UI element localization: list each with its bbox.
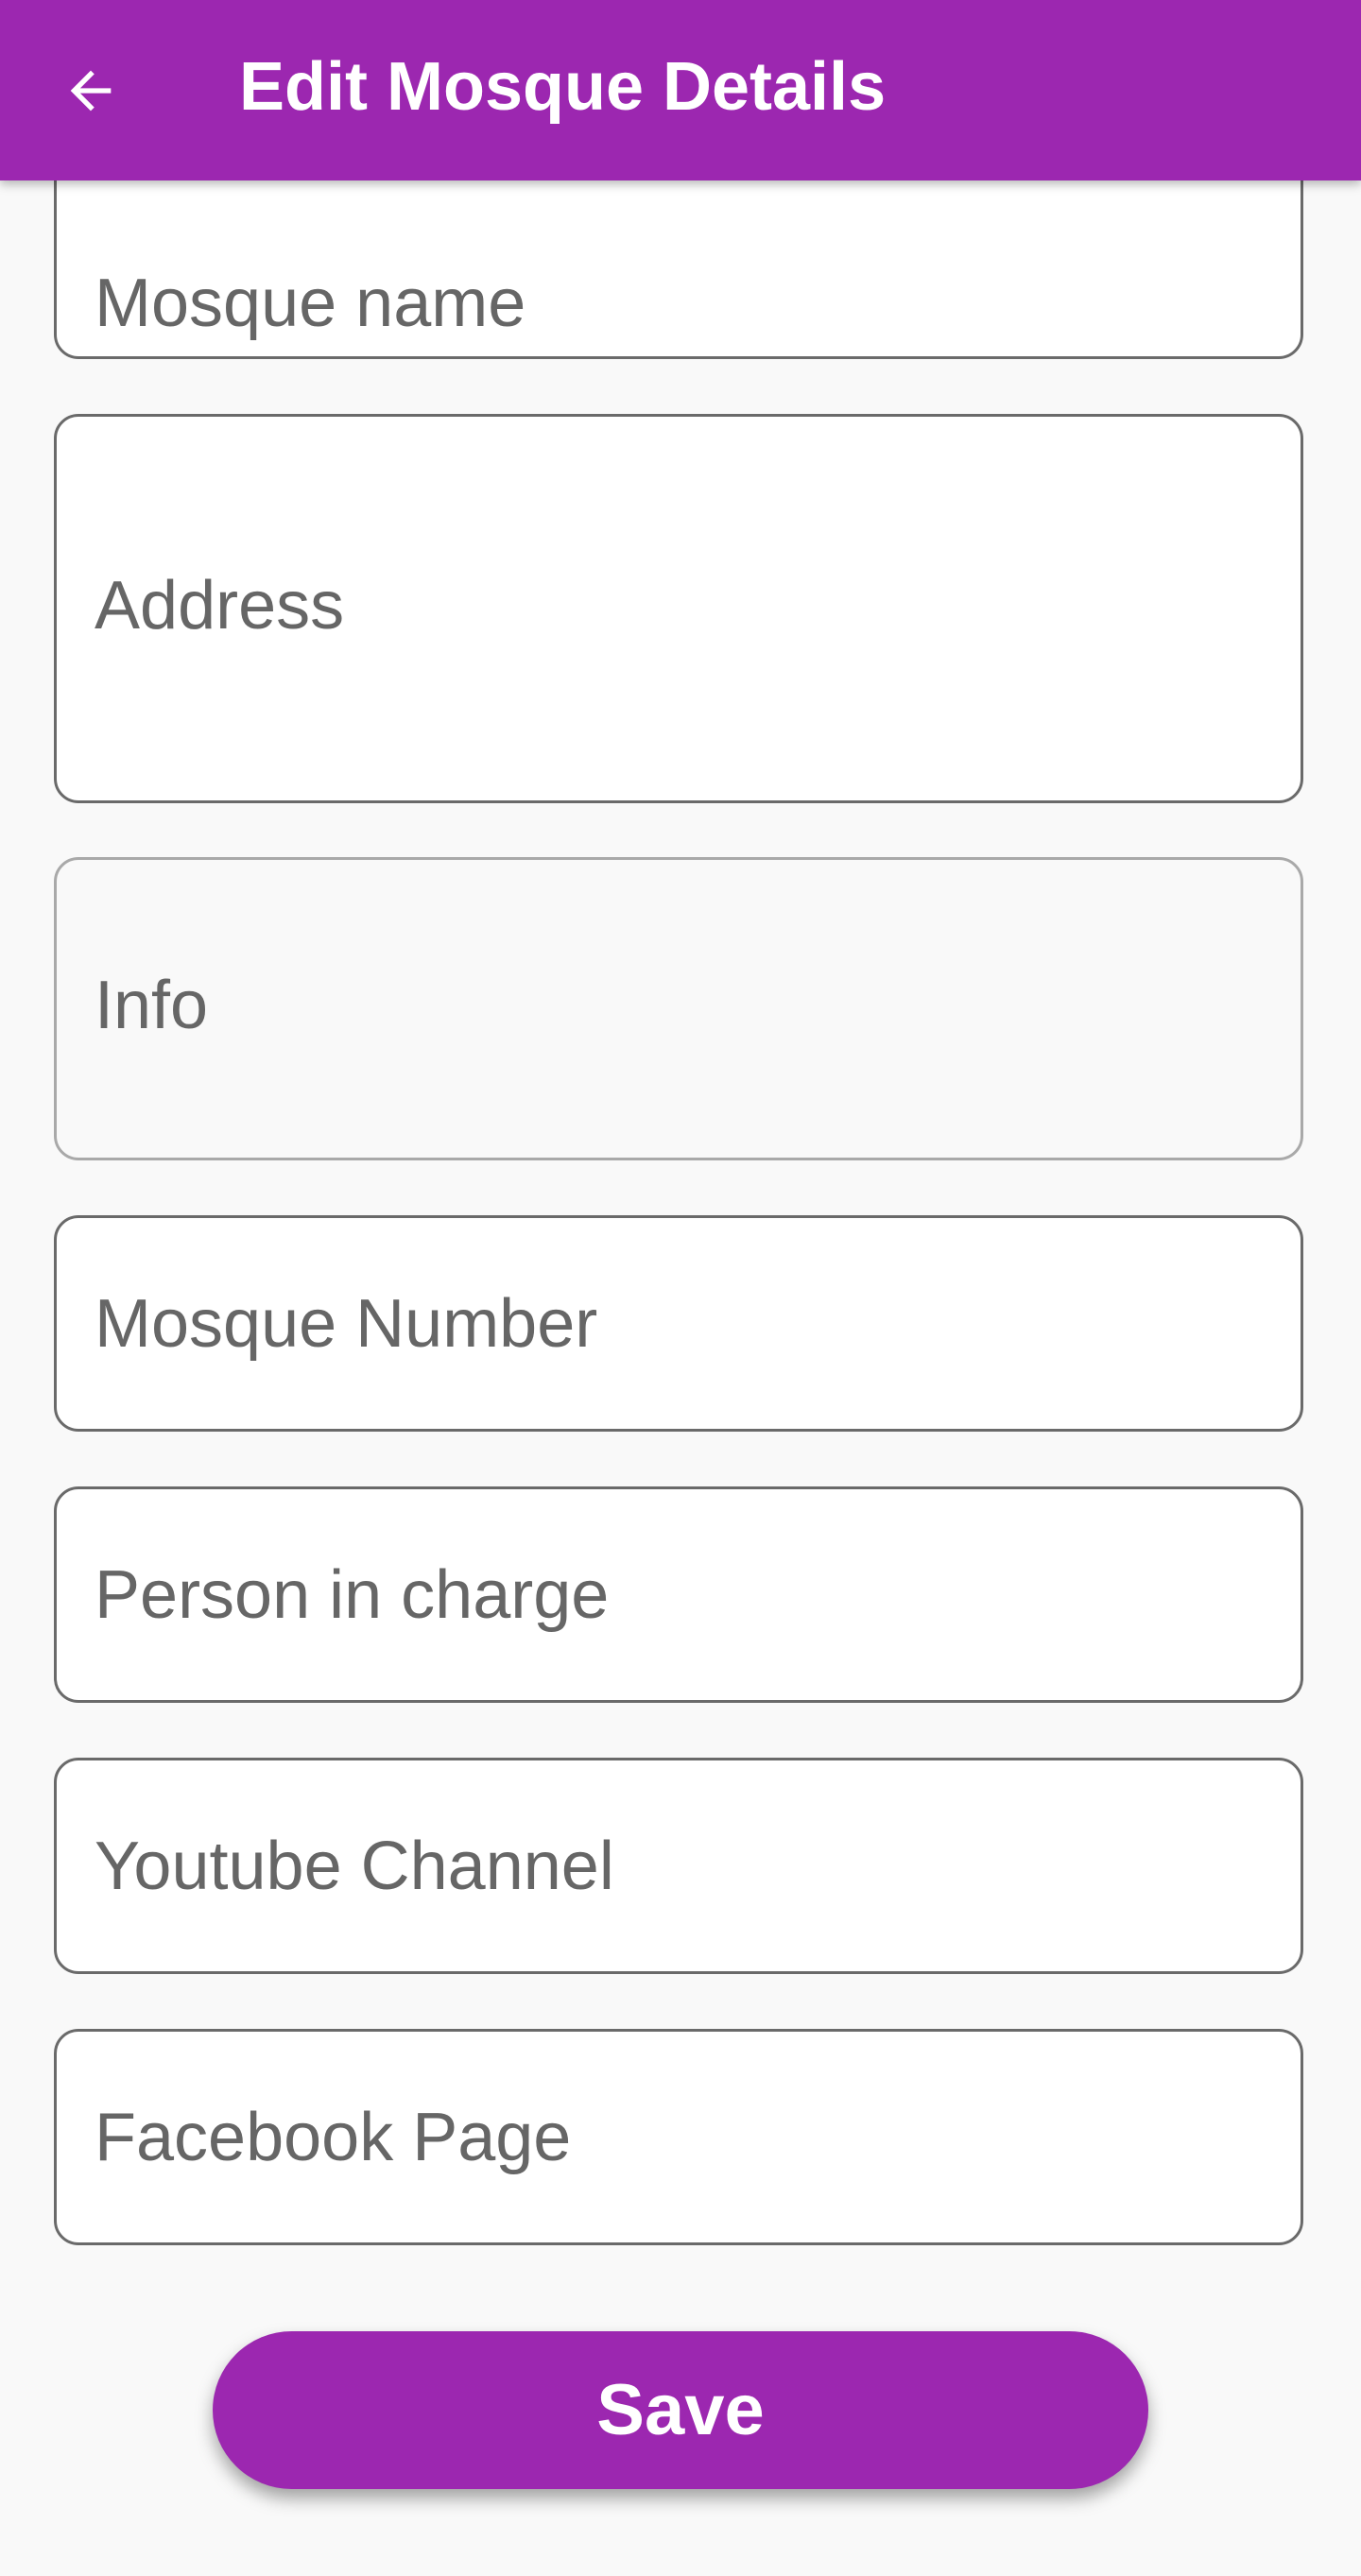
mosque-number-input[interactable] xyxy=(57,1218,1301,1429)
youtube-channel-field[interactable] xyxy=(54,1758,1303,1974)
facebook-page-field[interactable] xyxy=(54,2029,1303,2245)
person-in-charge-field[interactable] xyxy=(54,1486,1303,1703)
info-field xyxy=(54,857,1303,1160)
save-button[interactable]: Save xyxy=(213,2331,1148,2489)
address-input[interactable] xyxy=(57,417,1301,800)
app-bar: Edit Mosque Details xyxy=(0,0,1361,180)
mosque-number-field[interactable] xyxy=(54,1215,1303,1432)
info-input xyxy=(57,860,1301,1158)
arrow-back-icon xyxy=(70,70,112,112)
back-button[interactable] xyxy=(55,55,127,127)
person-in-charge-input[interactable] xyxy=(57,1489,1301,1700)
address-field[interactable] xyxy=(54,414,1303,803)
youtube-channel-input[interactable] xyxy=(57,1760,1301,1971)
facebook-page-input[interactable] xyxy=(57,2032,1301,2242)
page-title: Edit Mosque Details xyxy=(239,49,887,125)
